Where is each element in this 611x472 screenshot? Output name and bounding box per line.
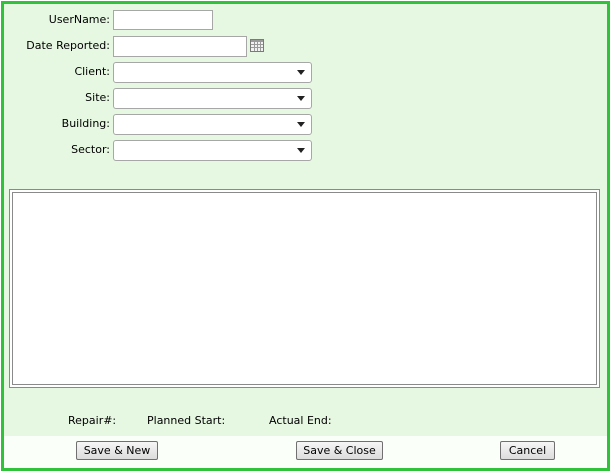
site-select[interactable]	[113, 88, 312, 109]
form-window: UserName: Date Reported: Client: Site: B…	[1, 1, 610, 471]
building-label: Building:	[61, 117, 110, 130]
cancel-button[interactable]: Cancel	[500, 441, 555, 460]
button-bar: Save & New Save & Close Cancel	[4, 436, 607, 468]
save-new-button[interactable]: Save & New	[76, 441, 158, 460]
planned-start-label: Planned Start:	[147, 414, 226, 427]
username-label: UserName:	[48, 13, 110, 26]
site-row: Site:	[4, 88, 324, 112]
actual-end-label: Actual End:	[269, 414, 332, 427]
username-input[interactable]	[113, 10, 213, 30]
sector-select[interactable]	[113, 140, 312, 161]
calendar-icon[interactable]	[250, 39, 264, 52]
chevron-down-icon	[297, 122, 305, 127]
chevron-down-icon	[297, 148, 305, 153]
sector-label: Sector:	[71, 143, 110, 156]
client-row: Client:	[4, 62, 324, 86]
chevron-down-icon	[297, 70, 305, 75]
building-select[interactable]	[113, 114, 312, 135]
client-select[interactable]	[113, 62, 312, 83]
save-close-button[interactable]: Save & Close	[296, 441, 383, 460]
building-row: Building:	[4, 114, 324, 138]
date-reported-row: Date Reported:	[4, 36, 304, 60]
notes-textarea-inner	[12, 192, 597, 385]
repair-number-label: Repair#:	[68, 414, 117, 427]
date-reported-label: Date Reported:	[26, 39, 110, 52]
client-label: Client:	[74, 65, 110, 78]
notes-textarea[interactable]	[9, 189, 600, 388]
username-row: UserName:	[4, 10, 304, 34]
date-reported-input[interactable]	[113, 36, 247, 57]
chevron-down-icon	[297, 96, 305, 101]
site-label: Site:	[85, 91, 110, 104]
sector-row: Sector:	[4, 140, 324, 164]
